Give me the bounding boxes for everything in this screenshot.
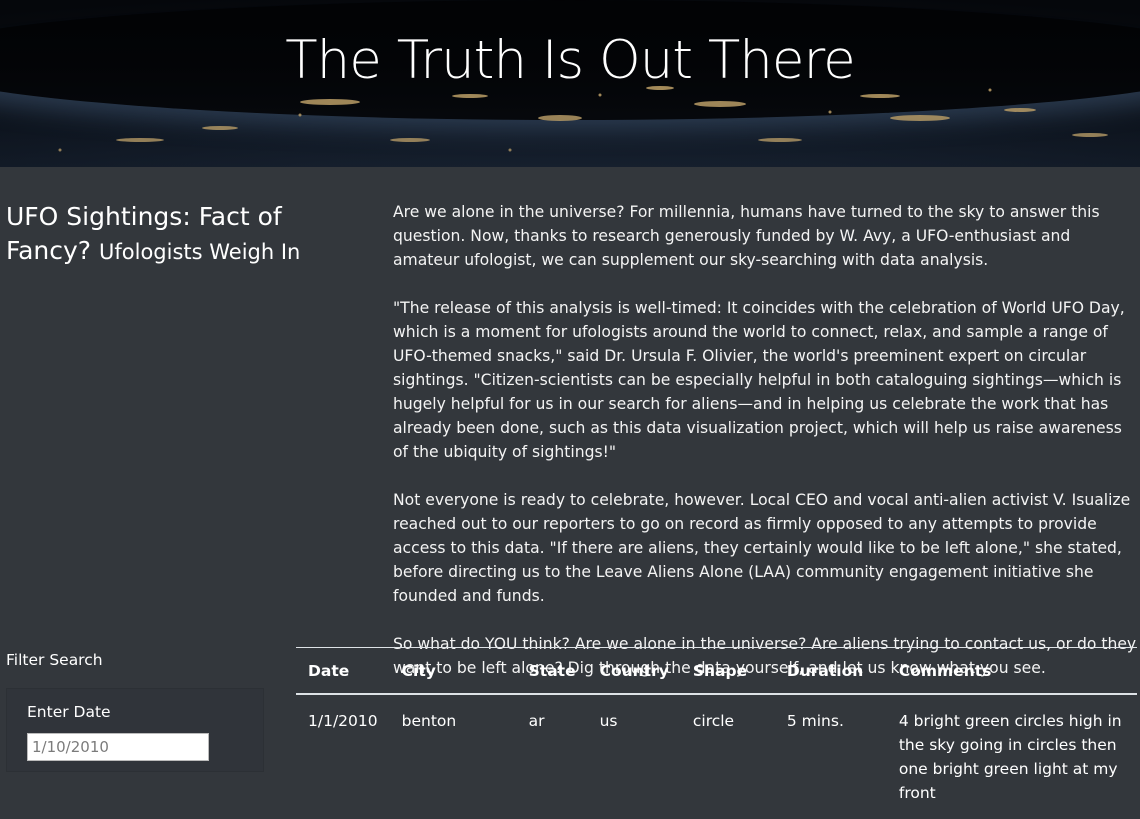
article-paragraph: Not everyone is ready to celebrate, howe… [393,491,1131,605]
column-header-country: Country [587,647,681,695]
date-filter-label: Enter Date [27,703,111,721]
hero-title: The Truth Is Out There [285,30,855,91]
article-paragraph: "The release of this analysis is well-ti… [393,299,1125,461]
article-body: Are we alone in the universe? For millen… [393,200,1138,704]
headline-sub: Ufologists Weigh In [99,240,301,264]
column-header-state: State [516,647,588,695]
date-filter-input[interactable] [27,733,209,761]
cell-city: benton [401,712,457,730]
hero-banner: The Truth Is Out There [0,0,1140,167]
column-header-date: Date [296,647,390,695]
cell-comments: 4 bright green circles high in the sky g… [898,712,1122,802]
ufo-sightings-table: Date City State Country Shape Duration C… [296,647,1137,819]
article-headline: UFO Sightings: Fact of Fancy? Ufologists… [6,200,306,269]
column-header-city: City [389,647,517,695]
cell-shape: circle [692,712,735,730]
filter-search-title: Filter Search [6,651,103,669]
table-header-row: Date City State Country Shape Duration C… [296,647,1137,695]
filter-panel: Enter Date [6,688,264,772]
cell-state: ar [528,712,545,730]
column-header-comments: Comments [886,647,1137,695]
column-header-duration: Duration [774,647,887,695]
headline-column: UFO Sightings: Fact of Fancy? Ufologists… [6,200,306,269]
cell-country: us [599,712,618,730]
cell-duration: 5 mins. [786,712,844,730]
column-header-shape: Shape [680,647,775,695]
cell-date: 1/1/2010 [308,712,378,730]
table-row: 1/1/2010 benton ar us circle 5 mins. 4 b… [296,694,1137,819]
article-paragraph: Are we alone in the universe? For millen… [393,203,1100,269]
